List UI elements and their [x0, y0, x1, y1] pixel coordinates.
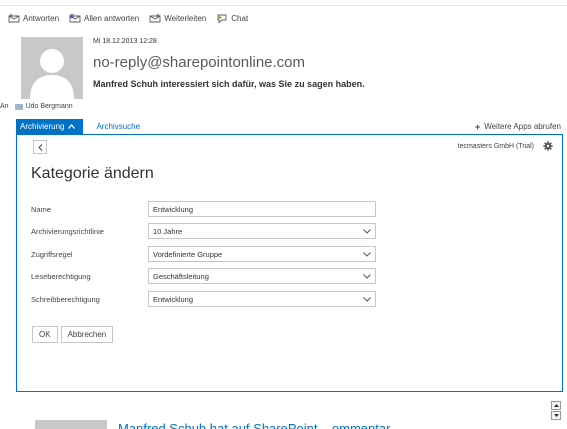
form-row-name: Name Entwicklung: [31, 201, 376, 217]
sender-address: no-reply@sharepointonline.com: [93, 54, 306, 71]
form-row-write: Schreibberechtigung Entwicklung: [31, 291, 376, 307]
message-date: Mi 18.12.2013 12:28: [93, 38, 157, 45]
scroll-down-button[interactable]: [551, 411, 561, 420]
reply-all-icon: [69, 13, 81, 22]
forward-icon: [149, 13, 161, 22]
forward-button[interactable]: Weiterleiten: [149, 13, 206, 24]
chevron-down-icon: [363, 228, 371, 234]
arrow-down-icon: [553, 414, 559, 417]
chevron-down-icon: [363, 273, 371, 279]
ok-button[interactable]: OK: [32, 326, 58, 343]
tenant-name: tecmasters GmbH (Trial): [457, 143, 534, 150]
recipients-line: An Udo Bergmann: [0, 103, 73, 110]
policy-value: 10 Jahre: [153, 226, 183, 236]
next-message-avatar: [35, 420, 107, 429]
tab-archivierung-label: Archivierung: [20, 122, 65, 131]
tab-archivsuche[interactable]: Archivsuche: [96, 122, 140, 131]
app-bar: Archivierung Archivsuche + Weitere Apps …: [16, 118, 563, 135]
reply-all-button[interactable]: Allen antworten: [69, 13, 139, 24]
chat-icon: [217, 14, 227, 23]
write-permission-value: Entwicklung: [153, 294, 194, 304]
policy-label: Archivierungsrichtlinie: [31, 226, 104, 236]
write-permission-label: Schreibberechtigung: [31, 294, 100, 304]
more-apps-link[interactable]: + Weitere Apps abrufen: [475, 122, 563, 132]
more-apps-label: Weitere Apps abrufen: [484, 122, 561, 131]
message-toolbar: Antworten Allen antworten Weiterleiten C…: [8, 11, 248, 25]
tab-archivierung[interactable]: Archivierung: [16, 118, 84, 135]
chevron-left-icon: [37, 143, 42, 151]
arrow-up-icon: [553, 404, 559, 407]
reply-button[interactable]: Antworten: [8, 13, 59, 24]
reply-icon: [8, 13, 20, 22]
form-row-read: Leseberechtigung Geschäftsleitung: [31, 268, 376, 284]
form-row-policy: Archivierungsrichtlinie 10 Jahre: [31, 223, 376, 239]
to-label: An: [0, 103, 9, 110]
access-label: Zugriffsregel: [31, 249, 73, 259]
plus-icon: +: [474, 121, 481, 132]
recipient-name[interactable]: Udo Bergmann: [26, 103, 73, 110]
access-value: Vordefinierte Gruppe: [153, 249, 223, 259]
next-message-preview[interactable]: Manfred Schuh hat auf SharePoint ...omme…: [118, 419, 390, 429]
person-placeholder-icon: [21, 37, 83, 99]
write-permission-select[interactable]: Entwicklung: [148, 291, 376, 307]
read-permission-value: Geschäftsleitung: [153, 271, 209, 281]
chevron-up-icon: [68, 124, 76, 129]
archive-app-panel: tecmasters GmbH (Trial) Kategorie ändern…: [16, 135, 563, 392]
reply-label: Antworten: [23, 13, 60, 23]
scroll-up-button[interactable]: [551, 401, 561, 410]
window-top-edge: [0, 0, 567, 6]
sender-avatar: [21, 37, 83, 99]
chat-label: Chat: [231, 13, 249, 23]
gear-icon[interactable]: [543, 141, 553, 151]
page-title: Kategorie ändern: [31, 165, 154, 182]
forward-label: Weiterleiten: [164, 13, 207, 23]
recipient-presence-icon: [14, 103, 23, 110]
access-select[interactable]: Vordefinierte Gruppe: [148, 246, 376, 262]
chevron-down-icon: [363, 296, 371, 302]
back-button[interactable]: [33, 140, 47, 154]
name-input[interactable]: Entwicklung: [148, 201, 376, 217]
chat-button[interactable]: Chat: [216, 13, 248, 24]
scrollbar[interactable]: [551, 401, 561, 429]
policy-select[interactable]: 10 Jahre: [148, 223, 376, 239]
cancel-button[interactable]: Abbrechen: [60, 326, 114, 343]
read-permission-label: Leseberechtigung: [31, 271, 91, 281]
name-label: Name: [31, 204, 52, 214]
chevron-down-icon: [363, 251, 371, 257]
reply-all-label: Allen antworten: [84, 13, 140, 23]
form-row-access: Zugriffsregel Vordefinierte Gruppe: [31, 246, 376, 262]
read-permission-select[interactable]: Geschäftsleitung: [148, 268, 376, 284]
form-actions: OK Abbrechen: [32, 326, 114, 343]
message-subject: Manfred Schuh interessiert sich dafür, w…: [93, 79, 365, 89]
